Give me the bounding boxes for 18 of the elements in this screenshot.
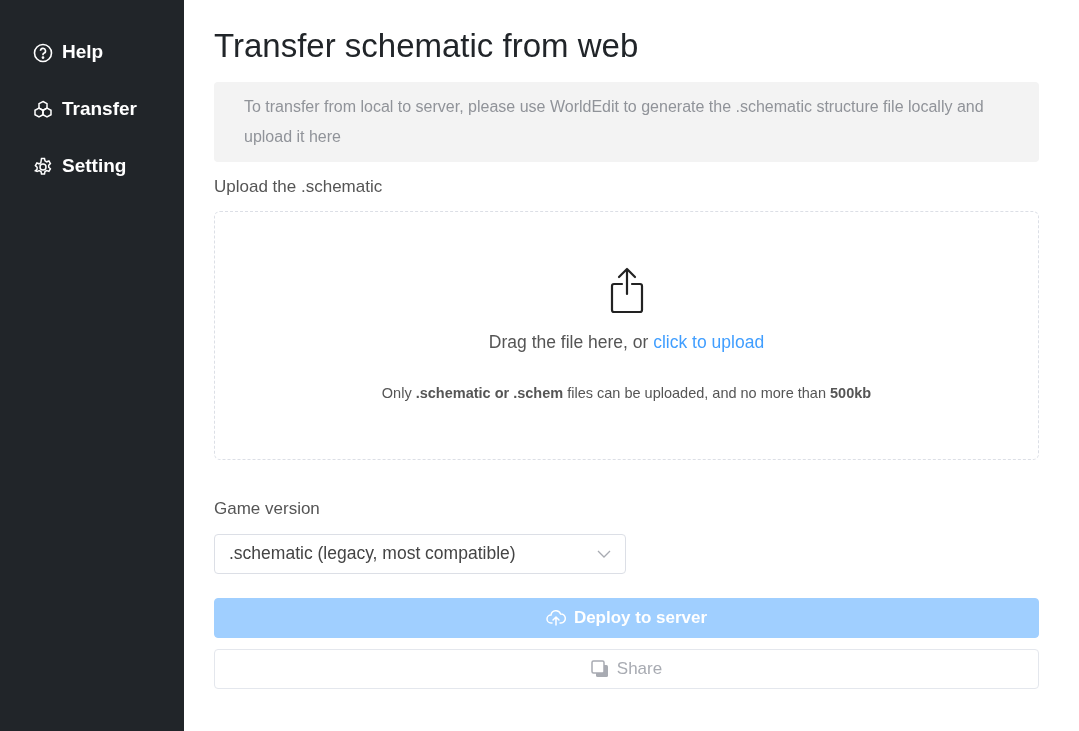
field-label: Game version — [214, 498, 320, 521]
version-select[interactable]: .schematic (legacy, most compatible) — [214, 533, 626, 574]
cubes-icon — [33, 99, 53, 120]
info-notice: To transfer from local to server, please use WorldEdit to generate the .schematic structure file locally and upload it here — [214, 81, 1039, 162]
upload-icon — [608, 266, 645, 315]
sidebar-item[interactable]: Setting — [0, 138, 184, 195]
page-title: Transfer schematic from web — [214, 26, 640, 66]
upload-prompt: Drag the file here, or click to upload — [488, 330, 765, 354]
sidebar-item[interactable]: Transfer — [0, 81, 184, 138]
upload-hint: Only .schematic or .schem files can be uploaded, and no more than 500kb — [381, 383, 872, 403]
help-icon — [33, 42, 53, 63]
upload-dropzone[interactable]: Drag the file here, or click to upload Only .schematic or .schem files can be uploaded, and no more than 500kb — [214, 211, 1039, 461]
cloud-upload-icon — [545, 609, 566, 626]
sidebar-item[interactable]: Help — [0, 24, 184, 81]
chevron-down-icon — [597, 549, 611, 558]
settings-icon — [33, 156, 53, 177]
field-label: Upload the .schematic — [214, 175, 383, 198]
copy-icon — [590, 659, 609, 678]
